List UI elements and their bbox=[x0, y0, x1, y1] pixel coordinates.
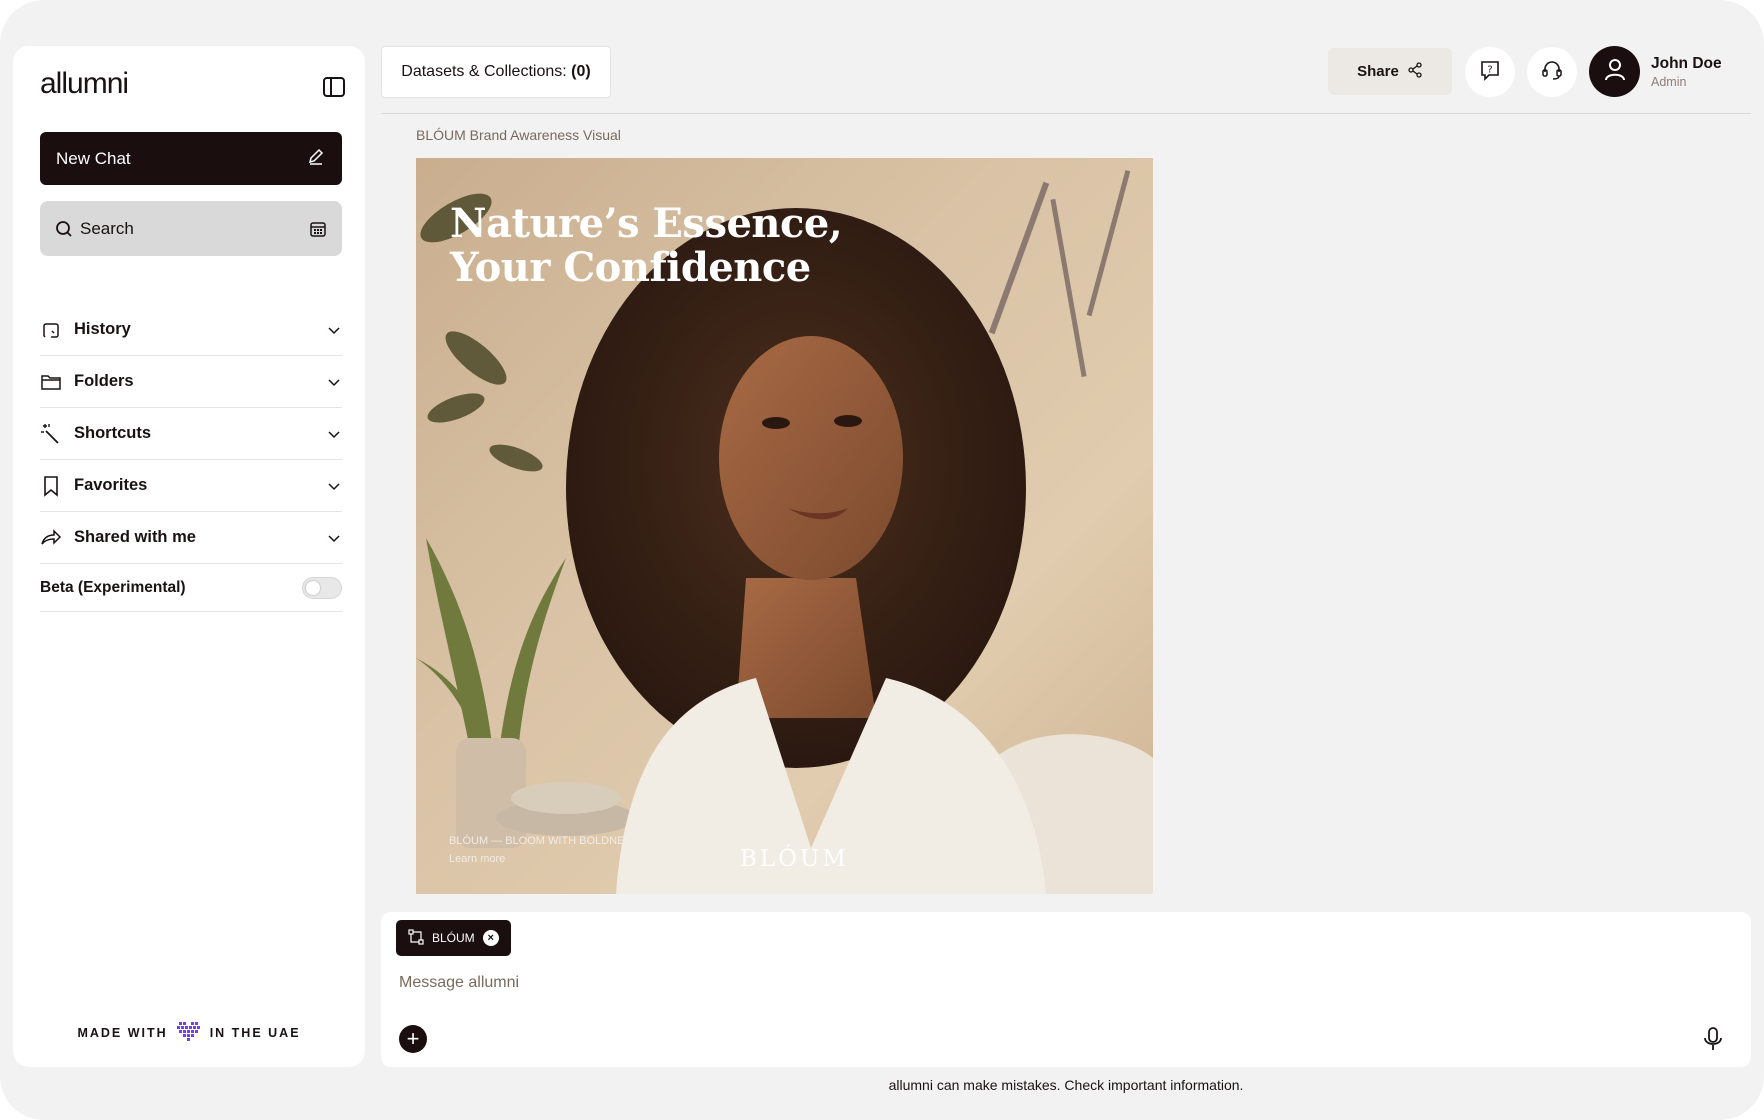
context-chip[interactable]: BLÓUM × bbox=[396, 920, 511, 956]
microphone-icon[interactable] bbox=[1700, 1025, 1726, 1053]
share-label: Share bbox=[1357, 63, 1399, 80]
heart-icon bbox=[176, 1020, 202, 1045]
user-icon bbox=[1601, 55, 1629, 88]
help-chat-icon: ? bbox=[1478, 58, 1502, 87]
svg-text:?: ? bbox=[1487, 64, 1492, 75]
datasets-collections-button[interactable]: Datasets & Collections: (0) bbox=[381, 46, 611, 98]
dataset-icon bbox=[408, 928, 424, 948]
sidebar-item-favorites[interactable]: Favorites bbox=[40, 460, 342, 512]
visual-tagline: BLÓUM — BLOOM WITH BOLDNESS bbox=[449, 835, 640, 847]
chevron-down-icon bbox=[326, 374, 342, 390]
new-chat-label: New Chat bbox=[56, 148, 131, 168]
divider bbox=[381, 113, 1751, 114]
calendar-icon[interactable] bbox=[308, 219, 328, 239]
sidebar-item-label: Shared with me bbox=[74, 528, 196, 546]
headset-icon bbox=[1540, 58, 1564, 87]
sidebar-item-shortcuts[interactable]: Shortcuts bbox=[40, 408, 342, 460]
sidebar-nav: History Folders Shortcuts Favorites Shar bbox=[40, 304, 342, 612]
sidebar-item-shared[interactable]: Shared with me bbox=[40, 512, 342, 564]
brand-wordmark: BLÓUM bbox=[740, 846, 849, 872]
user-name: John Doe bbox=[1651, 55, 1722, 72]
search-label: Search bbox=[80, 218, 134, 238]
footer-made-with: MADE WITH bbox=[77, 1025, 168, 1040]
history-icon bbox=[40, 319, 62, 341]
share-arrow-icon bbox=[40, 527, 62, 549]
new-chat-button[interactable]: New Chat bbox=[40, 132, 342, 185]
sidebar-item-label: Shortcuts bbox=[74, 424, 152, 442]
chevron-down-icon bbox=[326, 530, 342, 546]
beta-toggle[interactable] bbox=[302, 576, 342, 599]
edit-icon bbox=[306, 146, 326, 171]
help-button[interactable]: ? bbox=[1465, 47, 1515, 97]
chevron-down-icon bbox=[326, 426, 342, 442]
chevron-down-icon bbox=[326, 478, 342, 494]
sidebar-item-history[interactable]: History bbox=[40, 304, 342, 356]
visual-headline: Nature’s Essence, Your Confidence bbox=[450, 200, 843, 291]
share-button[interactable]: Share bbox=[1328, 48, 1452, 95]
search-icon bbox=[54, 219, 74, 239]
datasets-label: Datasets & Collections: bbox=[401, 63, 567, 80]
footer-in-uae: IN THE UAE bbox=[209, 1025, 301, 1040]
add-attachment-button[interactable]: + bbox=[399, 1025, 427, 1053]
sidebar-toggle-icon[interactable] bbox=[320, 73, 348, 101]
search-field[interactable]: Search bbox=[40, 201, 342, 256]
app-frame: allumni New Chat Search History Folders … bbox=[0, 0, 1764, 1120]
sidebar-item-folders[interactable]: Folders bbox=[40, 356, 342, 408]
magic-wand-icon bbox=[40, 423, 62, 445]
plus-icon: + bbox=[406, 1026, 420, 1051]
message-input[interactable] bbox=[399, 974, 1699, 992]
sidebar-item-label: Folders bbox=[74, 372, 134, 390]
chevron-down-icon bbox=[326, 322, 342, 338]
support-button[interactable] bbox=[1527, 47, 1577, 97]
app-logo: allumni bbox=[40, 67, 129, 100]
beta-label: Beta (Experimental) bbox=[40, 578, 186, 596]
user-role: Admin bbox=[1651, 75, 1687, 89]
visual-learn-more: Learn more bbox=[449, 853, 506, 865]
share-icon bbox=[1407, 61, 1423, 82]
headline-line-2: Your Confidence bbox=[450, 244, 811, 291]
made-in-uae-footer: MADE WITH IN THE UAE bbox=[13, 1020, 365, 1045]
folder-icon bbox=[40, 371, 62, 393]
datasets-count: (0) bbox=[571, 63, 591, 80]
toggle-knob bbox=[306, 580, 320, 595]
bookmark-icon bbox=[40, 475, 62, 497]
beta-row: Beta (Experimental) bbox=[40, 564, 342, 612]
headline-line-1: Nature’s Essence, bbox=[450, 200, 843, 247]
image-caption: BLÓUM Brand Awareness Visual bbox=[416, 127, 621, 143]
close-icon[interactable]: × bbox=[482, 930, 499, 946]
chip-label: BLÓUM bbox=[432, 931, 475, 945]
avatar[interactable] bbox=[1589, 46, 1640, 97]
sidebar-item-label: Favorites bbox=[74, 476, 148, 494]
sidebar-item-label: History bbox=[74, 320, 131, 338]
disclaimer-text: allumni can make mistakes. Check importa… bbox=[888, 1077, 1244, 1093]
brand-visual-image[interactable]: Nature’s Essence, Your Confidence BLÓUM … bbox=[416, 158, 1153, 894]
sidebar: allumni New Chat Search History Folders … bbox=[13, 46, 365, 1067]
message-composer: BLÓUM × + bbox=[381, 912, 1751, 1067]
